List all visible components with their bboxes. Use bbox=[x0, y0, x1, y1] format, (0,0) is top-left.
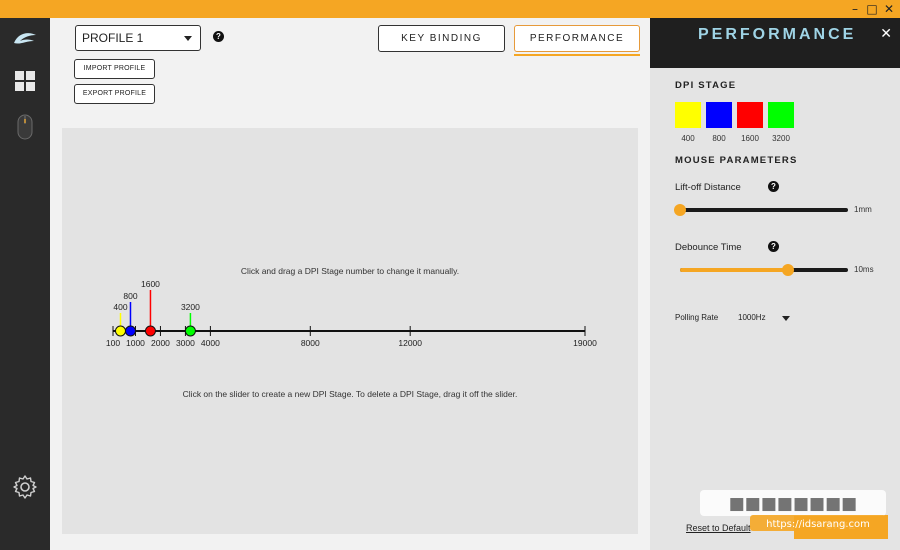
debounce-label: Debounce Time bbox=[675, 242, 742, 253]
dpi-swatch-400[interactable] bbox=[675, 102, 701, 128]
liftoff-help-icon[interactable]: ? bbox=[768, 181, 779, 192]
profile-dropdown-value: PROFILE 1 bbox=[82, 31, 144, 45]
dpi-tick-label: 19000 bbox=[573, 338, 597, 348]
liftoff-slider[interactable] bbox=[674, 204, 848, 216]
debounce-slider-fill bbox=[680, 268, 788, 272]
liftoff-slider-handle[interactable] bbox=[674, 204, 686, 216]
brand-logo-icon[interactable] bbox=[12, 26, 38, 52]
main-area: PROFILE 1 ? IMPORT PROFILE EXPORT PROFIL… bbox=[50, 18, 650, 550]
dpi-swatch-label: 1600 bbox=[741, 134, 759, 143]
reset-to-default-link[interactable]: Reset to Default bbox=[686, 523, 751, 533]
polling-rate-dropdown[interactable]: 1000Hz bbox=[738, 313, 766, 322]
dpi-tick-label: 4000 bbox=[201, 338, 220, 348]
dpi-stage-handle[interactable] bbox=[114, 325, 126, 337]
dpi-swatch-1600[interactable] bbox=[737, 102, 763, 128]
export-profile-button[interactable]: EXPORT PROFILE bbox=[74, 84, 155, 104]
dpi-tick-label: 100 bbox=[106, 338, 120, 348]
close-panel-icon[interactable]: ✕ bbox=[880, 26, 892, 42]
liftoff-label: Lift-off Distance bbox=[675, 182, 741, 193]
dpi-swatch-3200[interactable] bbox=[768, 102, 794, 128]
dpi-tick-label: 8000 bbox=[301, 338, 320, 348]
dpi-stage-label[interactable]: 1600 bbox=[141, 279, 160, 289]
dpi-stage-handle[interactable] bbox=[184, 325, 196, 337]
dpi-editor: Click and drag a DPI Stage number to cha… bbox=[62, 128, 638, 534]
debounce-slider-handle[interactable] bbox=[781, 264, 794, 276]
dpi-stage-label[interactable]: 400 bbox=[113, 302, 127, 312]
dpi-swatch-label: 800 bbox=[712, 134, 726, 143]
performance-panel: PERFORMANCE ✕ DPI STAGE 400 800 1600 320… bbox=[650, 18, 900, 550]
debounce-value: 10ms bbox=[854, 265, 874, 274]
polling-rate-label: Polling Rate bbox=[675, 313, 719, 322]
dashboard-grid-icon[interactable] bbox=[12, 68, 38, 94]
dpi-stage-heading: DPI STAGE bbox=[675, 80, 737, 91]
chevron-down-icon[interactable] bbox=[782, 316, 790, 321]
minimize-button[interactable]: – bbox=[847, 1, 863, 17]
save-button[interactable]: SAVE bbox=[794, 515, 888, 539]
tab-key-binding[interactable]: KEY BINDING bbox=[378, 25, 505, 52]
dpi-stage-label[interactable]: 3200 bbox=[181, 302, 200, 312]
title-bar: – □ ✕ bbox=[0, 0, 900, 18]
dpi-stage-label[interactable]: 800 bbox=[123, 291, 137, 301]
dpi-swatch-label: 400 bbox=[681, 134, 695, 143]
mouse-parameters-heading: MOUSE PARAMETERS bbox=[675, 155, 798, 166]
close-window-button[interactable]: ✕ bbox=[881, 1, 897, 17]
debounce-slider[interactable] bbox=[680, 264, 848, 276]
dpi-tick-label: 12000 bbox=[398, 338, 422, 348]
maximize-button[interactable]: □ bbox=[864, 1, 880, 17]
profile-dropdown[interactable]: PROFILE 1 bbox=[75, 25, 201, 51]
dpi-stage-handle[interactable] bbox=[124, 325, 136, 337]
sidebar bbox=[0, 18, 50, 550]
panel-header: PERFORMANCE ✕ bbox=[650, 18, 900, 68]
dpi-hint-bottom: Click on the slider to create a new DPI … bbox=[182, 389, 518, 399]
dpi-swatch-label: 3200 bbox=[772, 134, 790, 143]
tab-performance[interactable]: PERFORMANCE bbox=[514, 25, 640, 52]
dpi-tick-label: 2000 bbox=[151, 338, 170, 348]
active-tab-indicator bbox=[514, 54, 640, 56]
liftoff-value: 1mm bbox=[854, 205, 872, 214]
import-profile-button[interactable]: IMPORT PROFILE bbox=[74, 59, 155, 79]
dpi-tick-label: 3000 bbox=[176, 338, 195, 348]
dpi-slider[interactable]: 100 1000 2000 3000 4000 8000 12000 19000 400800 1… bbox=[62, 128, 638, 534]
mouse-device-icon[interactable] bbox=[12, 114, 38, 140]
chevron-down-icon bbox=[184, 36, 192, 41]
debounce-help-icon[interactable]: ? bbox=[768, 241, 779, 252]
dpi-tick-label: 1000 bbox=[126, 338, 145, 348]
dpi-swatch-800[interactable] bbox=[706, 102, 732, 128]
dpi-stage-handle[interactable] bbox=[144, 325, 156, 337]
settings-gear-icon[interactable] bbox=[12, 474, 38, 500]
profile-help-icon[interactable]: ? bbox=[213, 31, 224, 42]
panel-title: PERFORMANCE bbox=[698, 26, 857, 43]
